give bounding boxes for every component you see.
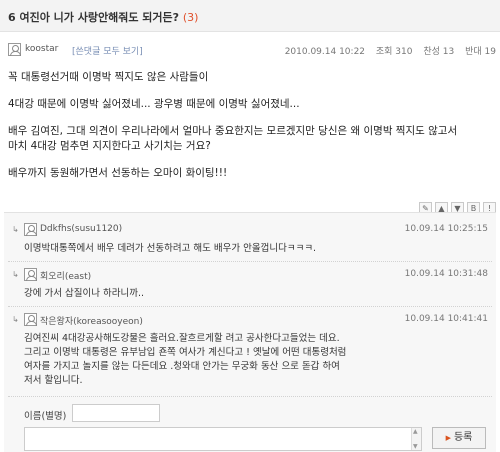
- post-body-line: 배우 김여진, 그대 의견이 우리나라에서 얼마나 중요한지는 모르겠지만 당신…: [8, 125, 458, 137]
- user-icon: [24, 313, 37, 326]
- post-meta: koostar [쓴댓글 모두 보기] 2010.09.14 10:22 조회 …: [8, 43, 496, 59]
- post-title-text: 6 여진아 니가 사랑안해줘도 되거든?: [8, 11, 180, 24]
- submit-label: 등록: [453, 432, 473, 443]
- reply-arrow-icon: ↳: [12, 270, 19, 279]
- user-icon: [24, 268, 37, 281]
- name-input[interactable]: [72, 404, 160, 422]
- comment-author[interactable]: 작은왕자(koreasooyeon): [40, 314, 143, 327]
- user-icon: [24, 223, 37, 236]
- post-title-bar: 6 여진아 니가 사랑안해줘도 되거든? (3): [0, 0, 500, 32]
- comment-line: 그리고 이명박 대통령은 유부남입 죤쪽 여사가 계신다고 ! 옛날에 어떤 대…: [24, 347, 347, 358]
- reply-arrow-icon: ↳: [12, 315, 19, 324]
- post-date: 2010.09.14 10:22: [284, 47, 366, 57]
- post-author[interactable]: koostar: [25, 44, 58, 54]
- comment-text: 이명박대통쪽에서 배우 데려가 선동하려고 해도 배우가 안올껍니다ㅋㅋㅋ.: [24, 242, 464, 256]
- comment-line: 이명박대통쪽에서 배우 데려가 선동하려고 해도 배우가 안올껍니다ㅋㅋㅋ.: [24, 243, 317, 254]
- comment-line: 여자를 가지고 놀지를 않는 다든데요 .청와대 안가는 무궁화 동산 으로 돋…: [24, 361, 340, 372]
- post-likes: 찬성 13: [423, 47, 455, 57]
- post-title: 6 여진아 니가 사랑안해줘도 되거든? (3): [8, 9, 198, 25]
- play-arrow-icon: ▶: [445, 434, 451, 442]
- comment-author[interactable]: Ddkfhs(susu1120): [40, 224, 122, 234]
- post-body: 꼭 대통령선거때 이명박 찍지도 않은 사람들이 4대강 때문에 이명박 싫어졌…: [8, 70, 496, 181]
- comment-divider: [8, 396, 492, 397]
- submit-button[interactable]: ▶ 등록: [432, 427, 486, 449]
- post-body-line: 배우까지 동원해가면서 선동하는 오마이 화이팅!!!: [8, 167, 228, 179]
- comment-line: 저서 할입니다.: [24, 375, 83, 386]
- comment-date: 10.09.14 10:31:48: [404, 269, 488, 279]
- comment-line: 강에 가서 삽질이나 하라니까..: [24, 288, 144, 299]
- comment-count[interactable]: (3): [183, 11, 199, 24]
- comment-divider: [8, 261, 492, 262]
- user-icon: [8, 43, 21, 56]
- comment-text: 김여진씨 4대강공사해도강물은 흘러요.잘흐르게할 려고 공사한다고들었는 데요…: [24, 332, 464, 388]
- name-label: 이름(별명): [24, 411, 67, 422]
- post-stats: 2010.09.14 10:22 조회 310 찬성 13 반대 19: [277, 44, 496, 57]
- post-dislikes: 반대 19: [465, 47, 496, 57]
- post-body-line: 마치 4대강 멈추면 지지한다고 사기치는 거요?: [8, 140, 211, 152]
- comment-line: 김여진씨 4대강공사해도강물은 흘러요.잘흐르게할 려고 공사한다고들었는 데요…: [24, 333, 340, 344]
- comment-date: 10.09.14 10:41:41: [404, 314, 488, 324]
- comment-header: ↳ Ddkfhs(susu1120) 10.09.14 10:25:15: [12, 223, 488, 237]
- comment-text: 강에 가서 삽질이나 하라니까..: [24, 287, 464, 301]
- comment-header: ↳ 작은왕자(koreasooyeon) 10.09.14 10:41:41: [12, 313, 488, 327]
- reply-arrow-icon: ↳: [12, 225, 19, 234]
- post-views: 조회 310: [375, 47, 413, 57]
- post-body-line: 꼭 대통령선거때 이명박 찍지도 않은 사람들이: [8, 71, 209, 83]
- view-all-comments-link[interactable]: [쓴댓글 모두 보기]: [72, 44, 143, 57]
- post-body-line: 4대강 때문에 이명박 싫어졌네... 광우병 때문에 이명박 싫어졌네...: [8, 98, 300, 110]
- comment-author[interactable]: 회오리(east): [40, 269, 91, 282]
- comment-divider: [8, 306, 492, 307]
- comment-date: 10.09.14 10:25:15: [404, 224, 488, 234]
- comment-textarea[interactable]: [24, 427, 422, 451]
- comment-header: ↳ 회오리(east) 10.09.14 10:31:48: [12, 268, 488, 282]
- post-tools: ✎ ▲ ▼ B!: [416, 196, 496, 215]
- comment-section: ↳ Ddkfhs(susu1120) 10.09.14 10:25:15 이명박…: [4, 212, 496, 452]
- textarea-scrollbar[interactable]: [411, 428, 421, 450]
